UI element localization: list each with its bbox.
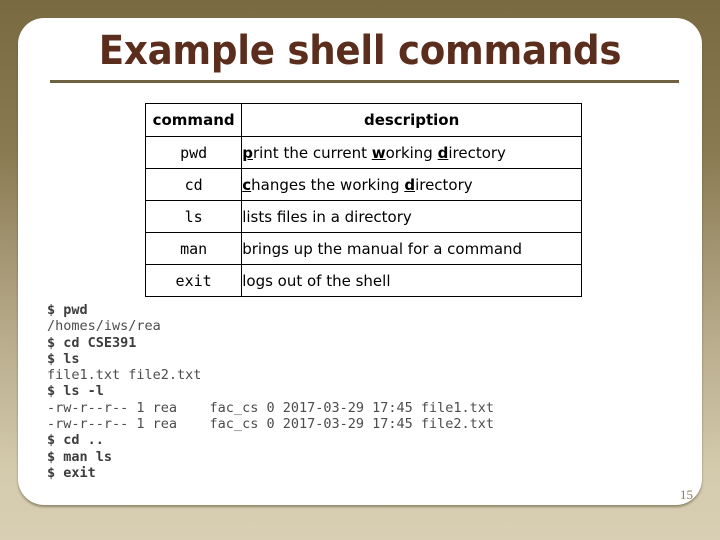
terminal-command-line: $ ls: [47, 350, 80, 367]
table-row: man brings up the manual for a command: [144, 232, 582, 265]
table-row: exit logs out of the shell: [144, 264, 582, 297]
cell-description: brings up the manual for a command: [241, 232, 582, 265]
terminal-output-line: -rw-r--r-- 1 rea fac_cs 0 2017-03-29 17:…: [47, 399, 495, 416]
column-header-description: description: [241, 103, 582, 137]
slide-panel: Example shell commands command descripti…: [18, 18, 702, 505]
cell-command: exit: [144, 264, 243, 297]
terminal-command-line: $ cd ..: [47, 432, 104, 449]
cell-description: changes the working directory: [241, 168, 582, 201]
terminal-output-line: file1.txt file2.txt: [47, 367, 202, 384]
terminal-output-line: /homes/iws/rea: [47, 318, 161, 335]
table-body: pwd print the current working directory cd…: [144, 136, 582, 297]
terminal-transcript: $ pwd/homes/iws/rea $ cd CSE391 $ ls file1.…: [47, 302, 687, 481]
table-row: cd changes the working directory: [144, 168, 582, 201]
cell-description: lists files in a directory: [241, 200, 582, 233]
table-header-row: command description: [144, 103, 582, 137]
terminal-command-line: $ cd CSE391: [47, 334, 137, 351]
terminal-output-line: -rw-r--r-- 1 rea fac_cs 0 2017-03-29 17:…: [47, 416, 495, 433]
terminal-command-line: $ pwd: [47, 302, 88, 318]
page-number: 15: [680, 487, 693, 502]
cell-command: cd: [144, 168, 243, 201]
cell-command: pwd: [144, 136, 243, 169]
terminal-command-line: $ exit: [47, 464, 96, 481]
table-row: pwd print the current working directory: [144, 136, 582, 169]
page-title: Example shell commands: [98, 28, 622, 74]
terminal-command-line: $ ls -l: [47, 383, 104, 400]
column-header-command: command: [144, 103, 243, 137]
cell-description: logs out of the shell: [241, 264, 582, 297]
title-divider: [50, 80, 679, 83]
shell-commands-table: command description pwd print the current…: [144, 103, 582, 297]
terminal-command-line: $ man ls: [47, 448, 113, 465]
cell-command: man: [144, 232, 243, 265]
cell-description: print the current working directory: [241, 136, 582, 169]
table-row: ls lists files in a directory: [144, 200, 582, 233]
cell-command: ls: [144, 200, 243, 233]
